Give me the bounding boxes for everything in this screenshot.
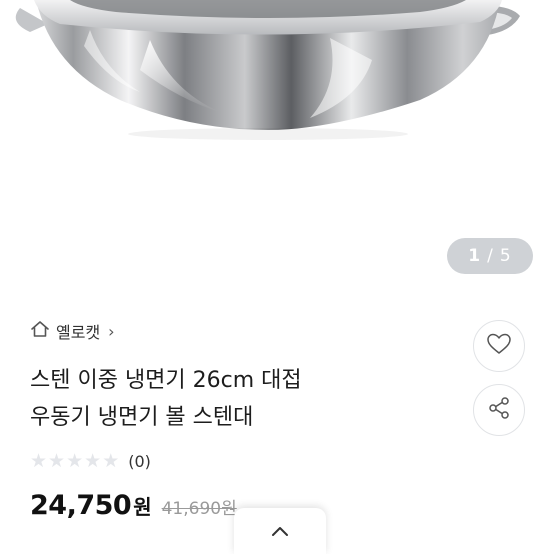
home-icon bbox=[30, 319, 50, 343]
sale-price-unit: 원 bbox=[133, 495, 152, 519]
image-counter: 1 / 5 bbox=[447, 238, 533, 274]
original-price: 41,690원 bbox=[161, 499, 237, 519]
scroll-top-button[interactable] bbox=[234, 508, 326, 554]
star-icon: ★ bbox=[66, 449, 84, 472]
rating-stars: ★ ★ ★ ★ ★ bbox=[30, 449, 120, 472]
share-button[interactable] bbox=[473, 384, 525, 436]
review-count: (0) bbox=[128, 451, 151, 471]
chevron-up-icon bbox=[270, 522, 290, 541]
sale-price: 24,750 bbox=[30, 490, 132, 521]
image-counter-total: 5 bbox=[499, 246, 512, 266]
wishlist-button[interactable] bbox=[473, 320, 525, 372]
price-row: 24,750 원 41,690원 bbox=[30, 490, 237, 530]
product-rating[interactable]: ★ ★ ★ ★ ★ (0) bbox=[30, 449, 151, 473]
star-icon: ★ bbox=[30, 449, 48, 472]
image-counter-separator: / bbox=[487, 246, 494, 266]
product-title-line-1: 스텐 이중 냉면기 26cm 대접 bbox=[30, 368, 302, 393]
store-link[interactable]: 옐로캣 › bbox=[30, 318, 115, 344]
store-name: 옐로캣 bbox=[56, 323, 101, 342]
star-icon: ★ bbox=[102, 449, 120, 472]
chevron-right-icon: › bbox=[108, 321, 115, 341]
star-icon: ★ bbox=[84, 449, 102, 472]
product-title-line-2: 우동기 냉면기 볼 스텐대 bbox=[30, 405, 254, 430]
heart-icon bbox=[486, 332, 512, 360]
product-image-carousel[interactable]: 1 / 5 bbox=[0, 0, 554, 300]
share-icon bbox=[487, 396, 511, 424]
star-icon: ★ bbox=[48, 449, 66, 472]
image-counter-current: 1 bbox=[468, 246, 482, 266]
product-title: 스텐 이중 냉면기 26cm 대접 우동기 냉면기 볼 스텐대 bbox=[30, 362, 440, 436]
